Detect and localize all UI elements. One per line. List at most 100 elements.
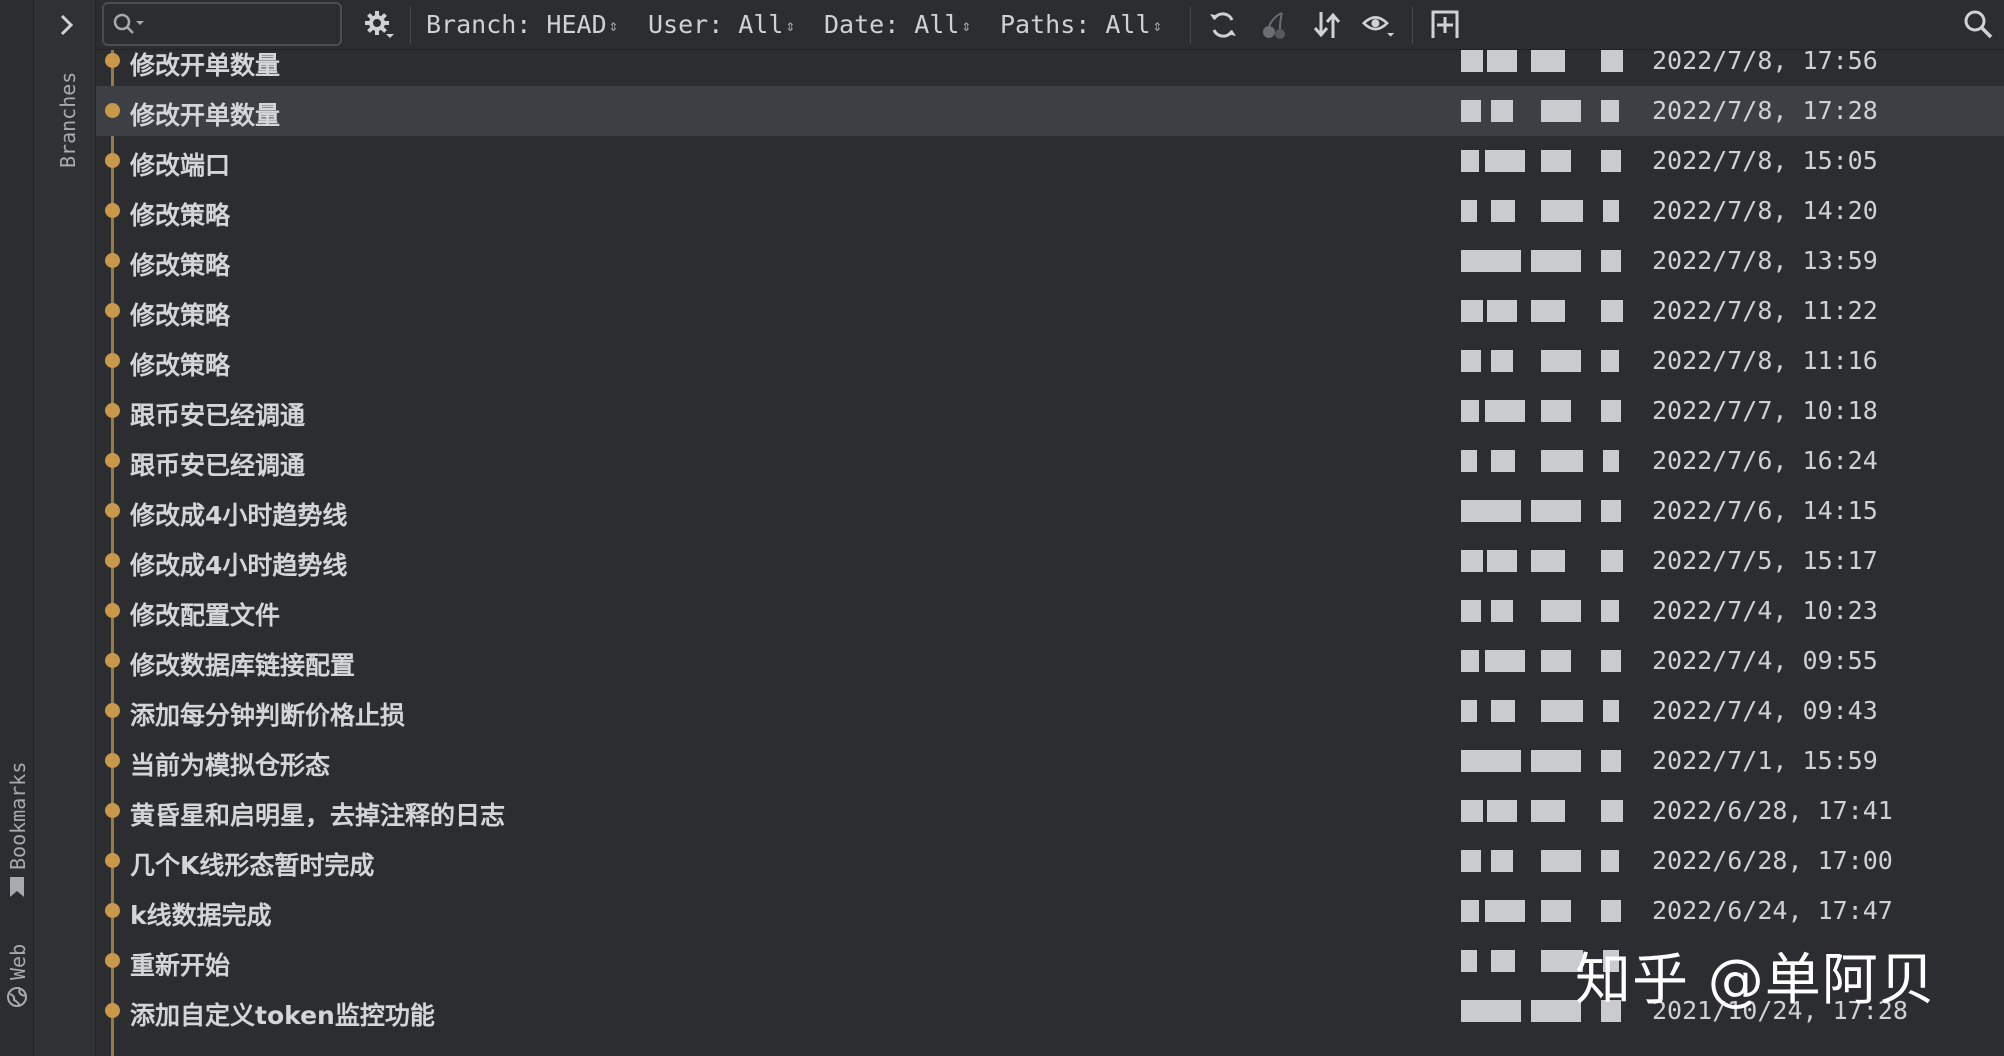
commit-message: 黄昏星和启明星，去掉注释的日志	[130, 801, 506, 830]
bookmark-icon	[10, 877, 24, 897]
user-filter-label: User: All	[648, 10, 784, 39]
search-icon[interactable]	[1962, 8, 1996, 42]
commit-message: 跟币安已经调通	[130, 401, 306, 430]
commit-author-redacted	[1461, 250, 1631, 272]
globe-icon	[7, 987, 27, 1007]
commit-row[interactable]: 修改开单数量 2022/7/8, 17:56	[96, 50, 2004, 86]
commit-node-icon	[105, 253, 120, 268]
commit-date: 2022/6/24, 17:47	[1652, 896, 1893, 925]
commit-node-icon	[105, 453, 120, 468]
commit-author-redacted	[1461, 600, 1631, 622]
commit-date: 2022/7/8, 11:22	[1652, 296, 1878, 325]
eye-icon[interactable]	[1362, 8, 1396, 42]
commit-author-redacted	[1461, 50, 1631, 72]
toolbar-separator	[410, 6, 411, 44]
commit-row[interactable]: 黄昏星和启明星，去掉注释的日志 2022/6/28, 17:41	[96, 786, 2004, 836]
branches-panel-strip: Branches	[34, 0, 96, 1056]
user-filter[interactable]: User: All ⇕	[648, 10, 795, 39]
commit-author-redacted	[1461, 850, 1631, 872]
commit-row[interactable]: 修改开单数量 2022/7/8, 17:28	[96, 86, 2004, 136]
commit-message: 修改策略	[130, 301, 231, 330]
commit-message: 修改端口	[130, 151, 231, 180]
commit-author-redacted	[1461, 650, 1631, 672]
commit-date: 2022/7/8, 17:56	[1652, 50, 1878, 75]
branches-tab[interactable]: Branches	[56, 72, 80, 168]
commit-row[interactable]: 修改端口 2022/7/8, 15:05	[96, 136, 2004, 186]
watermark: 知乎 @单阿贝	[1575, 948, 1936, 1013]
commit-row[interactable]: 当前为模拟仓形态 2022/7/1, 15:59	[96, 736, 2004, 786]
commit-author-redacted	[1461, 450, 1631, 472]
commit-date: 2022/7/8, 13:59	[1652, 246, 1878, 275]
commit-list: 修改开单数量 2022/7/8, 17:56 修改开单数量 2022/7/8, 17:…	[96, 50, 2004, 1056]
commit-author-redacted	[1461, 550, 1631, 572]
commit-author-redacted	[1461, 400, 1631, 422]
commit-row[interactable]: 修改数据库链接配置 2022/7/4, 09:55	[96, 636, 2004, 686]
commit-message: 修改策略	[130, 201, 231, 230]
commit-node-icon	[105, 103, 120, 118]
commit-date: 2022/7/6, 14:15	[1652, 496, 1878, 525]
commit-node-icon	[105, 403, 120, 418]
commit-row[interactable]: 跟币安已经调通 2022/7/6, 16:24	[96, 436, 2004, 486]
commit-date: 2022/7/8, 17:28	[1652, 96, 1878, 125]
search-input[interactable]	[102, 2, 342, 46]
branch-filter[interactable]: Branch: HEAD ⇕	[426, 10, 618, 39]
commit-row[interactable]: 修改策略 2022/7/8, 11:22	[96, 286, 2004, 336]
commit-message: 修改成4小时趋势线	[130, 551, 348, 580]
commit-message: 修改配置文件	[130, 601, 281, 630]
commit-author-redacted	[1461, 350, 1631, 372]
paths-filter[interactable]: Paths: All ⇕	[1000, 10, 1162, 39]
commit-date: 2022/6/28, 17:41	[1652, 796, 1893, 825]
commit-author-redacted	[1461, 900, 1631, 922]
chevron-right-icon[interactable]	[56, 12, 78, 38]
sort-arrows-icon: ⇕	[1152, 16, 1163, 35]
sort-arrows-icon: ⇕	[608, 16, 619, 35]
web-tab[interactable]: Web	[6, 944, 30, 980]
new-tab-icon[interactable]	[1430, 8, 1464, 42]
commit-author-redacted	[1461, 800, 1631, 822]
commit-date: 2022/7/4, 09:43	[1652, 696, 1878, 725]
sort-arrows-icon: ⇕	[961, 16, 972, 35]
commit-row[interactable]: 修改策略 2022/7/8, 11:16	[96, 336, 2004, 386]
commit-node-icon	[105, 53, 120, 68]
search-icon	[113, 13, 144, 34]
commit-row[interactable]: 修改成4小时趋势线 2022/7/5, 15:17	[96, 536, 2004, 586]
commit-row[interactable]: 修改配置文件 2022/7/4, 10:23	[96, 586, 2004, 636]
commit-date: 2022/7/4, 09:55	[1652, 646, 1878, 675]
commit-author-redacted	[1461, 100, 1631, 122]
commit-message: 跟币安已经调通	[130, 451, 306, 480]
left-tool-strip: Bookmarks Web	[0, 0, 34, 1056]
commit-node-icon	[105, 903, 120, 918]
settings-icon[interactable]	[362, 8, 396, 42]
commit-message: 修改策略	[130, 251, 231, 280]
commit-message: k线数据完成	[130, 901, 272, 930]
commit-author-redacted	[1461, 150, 1631, 172]
commit-node-icon	[105, 603, 120, 618]
commit-row[interactable]: 修改策略 2022/7/8, 13:59	[96, 236, 2004, 286]
commit-row[interactable]: 几个K线形态暂时完成 2022/6/28, 17:00	[96, 836, 2004, 886]
bookmarks-tab[interactable]: Bookmarks	[6, 762, 30, 870]
commit-date: 2022/7/8, 11:16	[1652, 346, 1878, 375]
commit-date: 2022/7/7, 10:18	[1652, 396, 1878, 425]
commit-node-icon	[105, 553, 120, 568]
commit-date: 2022/7/8, 15:05	[1652, 146, 1878, 175]
commit-row[interactable]: 跟币安已经调通 2022/7/7, 10:18	[96, 386, 2004, 436]
toolbar-separator	[1412, 6, 1413, 44]
commit-date: 2022/7/8, 14:20	[1652, 196, 1878, 225]
commit-row[interactable]: k线数据完成 2022/6/24, 17:47	[96, 886, 2004, 936]
commit-node-icon	[105, 303, 120, 318]
branch-filter-label: Branch: HEAD	[426, 10, 607, 39]
date-filter-label: Date: All	[824, 10, 960, 39]
commit-node-icon	[105, 803, 120, 818]
refresh-icon[interactable]	[1206, 8, 1240, 42]
commit-message: 当前为模拟仓形态	[130, 751, 331, 780]
sort-icon[interactable]	[1310, 8, 1344, 42]
log-toolbar: Branch: HEAD ⇕ User: All ⇕ Date: All ⇕ Path…	[96, 0, 2004, 50]
date-filter[interactable]: Date: All ⇕	[824, 10, 971, 39]
commit-author-redacted	[1461, 750, 1631, 772]
commit-author-redacted	[1461, 300, 1631, 322]
commit-row[interactable]: 添加每分钟判断价格止损 2022/7/4, 09:43	[96, 686, 2004, 736]
commit-message: 修改数据库链接配置	[130, 651, 356, 680]
commit-row[interactable]: 修改策略 2022/7/8, 14:20	[96, 186, 2004, 236]
commit-author-redacted	[1461, 500, 1631, 522]
commit-row[interactable]: 修改成4小时趋势线 2022/7/6, 14:15	[96, 486, 2004, 536]
